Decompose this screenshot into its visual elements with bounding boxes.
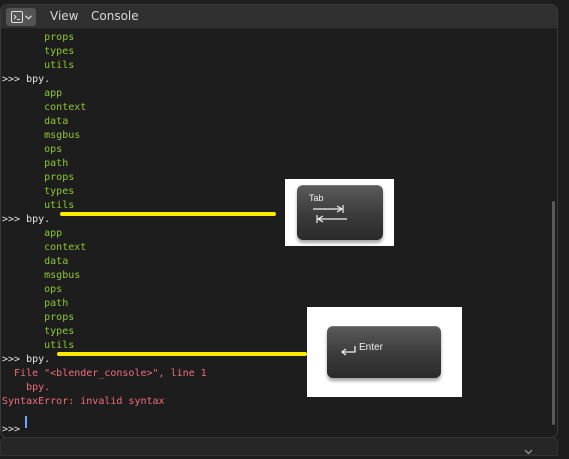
editor-type-dropdown[interactable] [6,8,36,26]
console-output-line: utils [2,60,75,71]
console-output-line: types [2,186,75,197]
enter-key: Enter [327,326,441,378]
console-prompt-line: >>> bpy. [2,214,51,225]
console-output-line: msgbus [2,130,81,141]
enter-highlight-line [57,352,307,356]
console-output-line: bpy. [2,382,51,393]
console-output-line: props [2,32,75,43]
console-prompt-line: >>> [2,424,27,435]
return-arrow-icon [340,341,357,360]
menu-console[interactable]: Console [91,9,139,23]
tab-key-image: Tab [285,179,394,246]
console-prompt-line: >>> bpy. [2,74,51,85]
console-output[interactable]: props types utils >>> bpy. app context da… [1,29,557,437]
chevron-down-icon[interactable] [524,440,533,459]
console-output-line: data [2,116,69,127]
console-output-line: app [2,88,63,99]
console-output-line: app [2,228,63,239]
text-cursor [25,416,27,428]
console-output-line: props [2,312,75,323]
chevron-down-icon [24,14,32,20]
tab-arrows-icon [311,205,351,227]
console-output-line: context [2,102,87,113]
console-output-line: types [2,46,75,57]
console-output-line: utils [2,200,75,211]
console-output-line: types [2,326,75,337]
console-output-line: context [2,242,87,253]
editor-header: View Console [1,5,557,29]
console-output-line: ops [2,144,63,155]
console-output-line: SyntaxError: invalid syntax [2,396,165,407]
console-output-line: msgbus [2,270,81,281]
console-output-line: path [2,158,69,169]
python-console-window: View Console props types utils >>> bpy. a… [0,4,558,438]
console-output-line: props [2,172,75,183]
console-icon [10,11,23,23]
tab-key-label: Tab [309,193,324,203]
enter-key-label: Enter [359,342,383,353]
tab-highlight-line [60,212,276,216]
enter-key-image: Enter [307,307,462,397]
tab-key: Tab [297,185,383,240]
console-output-line: utils [2,340,75,351]
console-prompt-line: >>> bpy. [2,354,51,365]
vertical-scrollbar[interactable] [552,201,555,425]
console-output-line: ops [2,284,63,295]
menu-view[interactable]: View [50,9,78,23]
console-output-line: File "<blender_console>", line 1 [2,368,207,379]
editor-footer-region [0,437,558,456]
console-output-line: path [2,298,69,309]
console-output-line: data [2,256,69,267]
